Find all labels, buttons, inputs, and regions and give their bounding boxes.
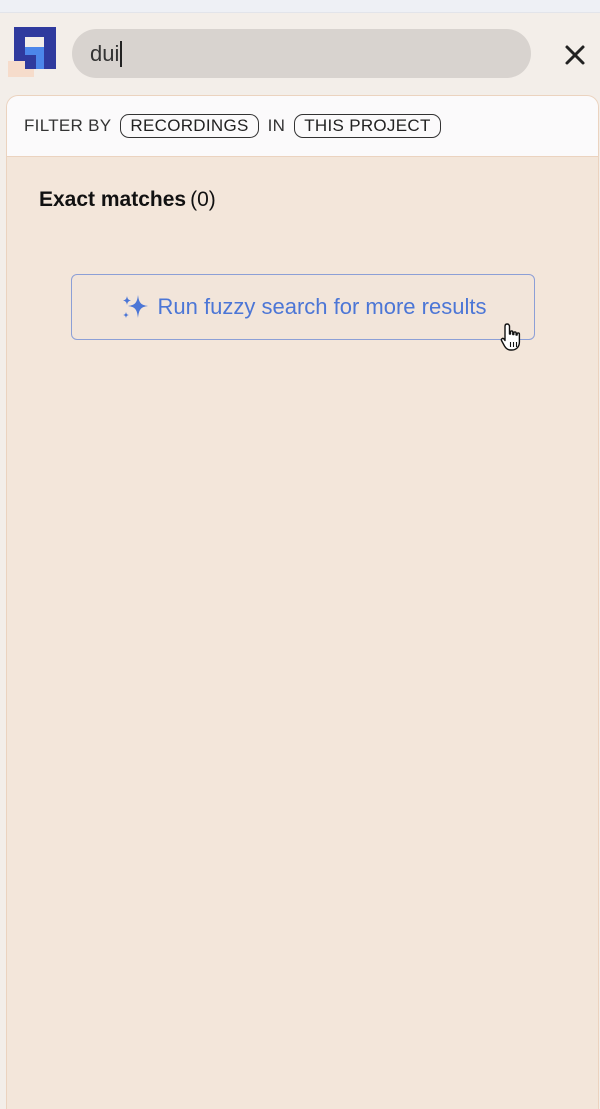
search-header: dui — [0, 13, 600, 95]
results-heading-label: Exact matches — [39, 188, 187, 211]
search-input-value: dui — [90, 40, 120, 66]
text-caret — [120, 40, 122, 67]
app-logo[interactable] — [8, 27, 56, 77]
results-count: (0) — [190, 188, 216, 211]
search-results-panel: FILTER BY RECORDINGS IN THIS PROJECT Exa… — [6, 95, 599, 1109]
filter-in-label: IN — [267, 116, 286, 135]
sparkle-icon — [122, 295, 148, 318]
filter-by-label: FILTER BY — [24, 116, 112, 135]
close-icon[interactable] — [561, 41, 589, 69]
browser-top-strip — [0, 0, 600, 13]
filter-bar: FILTER BY RECORDINGS IN THIS PROJECT — [7, 96, 598, 157]
search-input[interactable]: dui — [72, 29, 531, 78]
hand-pointer-icon — [500, 323, 521, 351]
filter-scope-chip[interactable]: THIS PROJECT — [294, 114, 441, 138]
results-heading: Exact matches (0) — [39, 188, 216, 212]
run-fuzzy-search-label: Run fuzzy search for more results — [157, 294, 487, 319]
run-fuzzy-search-button[interactable]: Run fuzzy search for more results — [71, 274, 535, 340]
filter-type-chip[interactable]: RECORDINGS — [120, 114, 259, 138]
